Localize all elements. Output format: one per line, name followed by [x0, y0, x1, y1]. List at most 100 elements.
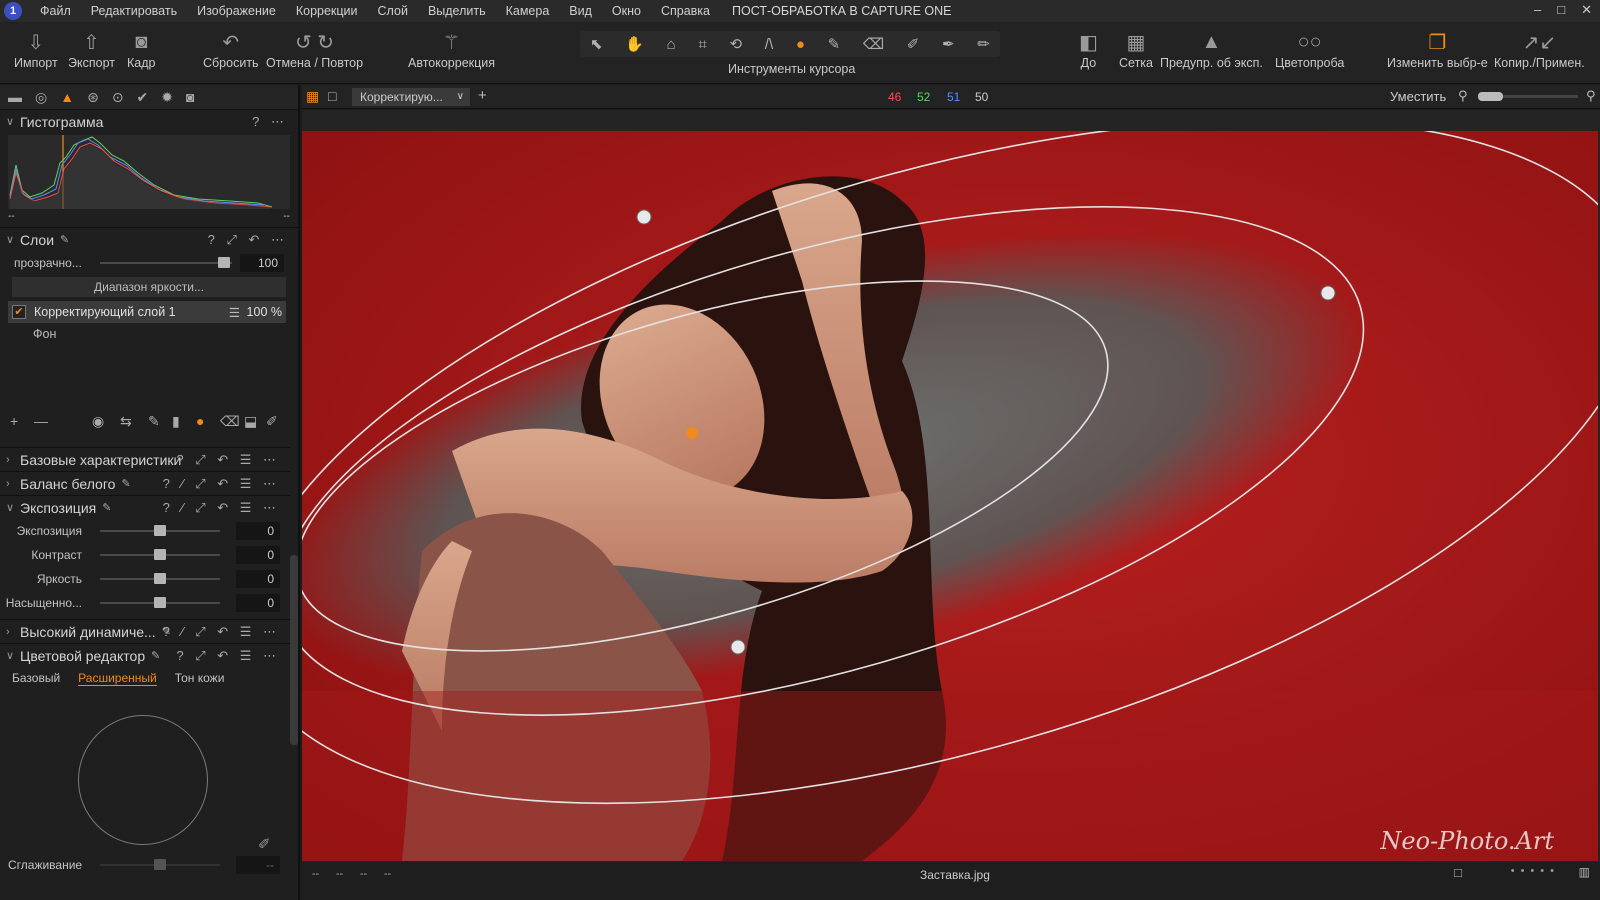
settings-tab-icon[interactable]: ✹ [161, 89, 173, 106]
add-layer-icon[interactable]: + [10, 413, 18, 429]
output-tab-icon[interactable]: ◙ [186, 89, 194, 105]
layer-settings-icon[interactable]: ☰ [229, 305, 240, 320]
app-logo-icon[interactable]: 1 [4, 2, 22, 20]
mask-center-handle[interactable] [686, 427, 698, 439]
section-tools[interactable]: ? ⁄ ⤢ ↶ ☰ ⋯ [163, 624, 280, 640]
slider-thumb[interactable] [154, 573, 166, 584]
color-editor-header[interactable]: ∨ Цветовой редактор ✎ ? ⤢ ↶ ☰ ⋯ [0, 643, 290, 667]
swap-icon[interactable]: ⇆ [120, 413, 132, 430]
opacity-slider-thumb[interactable] [218, 257, 230, 268]
color-tab-icon[interactable]: ⊛ [87, 89, 99, 106]
tab-skin-tone[interactable]: Тон кожи [175, 671, 225, 685]
color-tag-icon[interactable]: ▥ [1579, 865, 1590, 879]
color-picker-icon[interactable]: ✐ [258, 835, 271, 853]
annotate-icon[interactable]: ✏ [977, 35, 990, 53]
keystone-icon[interactable]: /\ [765, 36, 773, 53]
section-tools[interactable]: ? ⤢ ↶ ⋯ [208, 232, 288, 248]
menu-help[interactable]: Справка [651, 4, 720, 18]
mask-handle-bottom[interactable] [730, 639, 746, 655]
slider-value-field[interactable]: 0 [236, 546, 280, 564]
menu-camera[interactable]: Камера [496, 4, 560, 18]
menu-adjustments[interactable]: Коррекции [286, 4, 368, 18]
smoothing-track[interactable] [100, 859, 220, 870]
radial-mask-icon[interactable]: ● [796, 36, 805, 53]
fit-button[interactable]: Уместить [1390, 89, 1446, 104]
menu-view[interactable]: Вид [559, 4, 602, 18]
color-wheel[interactable] [78, 715, 208, 845]
panel-scrollbar[interactable] [290, 555, 298, 745]
copy-apply-button[interactable]: ↗↙ Копир./Примен. [1494, 28, 1585, 71]
opacity-track[interactable] [100, 257, 232, 268]
slider-value-field[interactable]: 0 [236, 570, 280, 588]
mask-handle-top[interactable] [636, 209, 652, 225]
menu-layer[interactable]: Слой [368, 4, 418, 18]
pan-hand-icon[interactable]: ✋ [625, 35, 644, 53]
slider-track[interactable] [100, 573, 220, 584]
opacity-value-field[interactable]: 100 [240, 254, 284, 272]
autocorrect-button[interactable]: ⚚ Автокоррекция [408, 28, 495, 71]
menu-edit[interactable]: Редактировать [81, 4, 187, 18]
layers-tab-icon[interactable]: ▲ [60, 89, 74, 105]
linear-gradient-icon[interactable]: ▮ [172, 413, 180, 430]
edit-selection-button[interactable]: ❐ Изменить выбр-е [1387, 28, 1488, 71]
zoom-slider[interactable] [1478, 92, 1578, 101]
heal-icon[interactable]: ✐ [907, 35, 920, 53]
section-tools[interactable]: ? ⋯ [252, 114, 288, 130]
fill-mask-icon[interactable]: ⬓ [244, 413, 257, 430]
slider-value-field[interactable]: 0 [236, 594, 280, 612]
single-view-icon[interactable]: □ [328, 88, 336, 104]
basic-characteristics-header[interactable]: › Базовые характеристики ? ⤢ ↶ ☰ ⋯ [0, 447, 290, 471]
show-mask-icon[interactable]: ◉ [92, 413, 104, 430]
smoothing-value-field[interactable]: -- [236, 856, 280, 874]
section-tools[interactable]: ? ⤢ ↶ ☰ ⋯ [176, 452, 280, 468]
menu-select[interactable]: Выделить [418, 4, 496, 18]
refine-mask-icon[interactable]: ✐ [266, 413, 278, 430]
close-button[interactable]: ✕ [1581, 2, 1592, 18]
before-button[interactable]: ◧ До [1079, 28, 1098, 71]
reset-button[interactable]: ↶ Сбросить [203, 28, 259, 71]
crop-icon[interactable]: ⌗ [698, 36, 706, 53]
zoom-slider-thumb[interactable] [1478, 92, 1503, 101]
frame-icon[interactable]: □ [1454, 865, 1462, 880]
radial-gradient-icon[interactable]: ● [196, 413, 204, 429]
section-tools[interactable]: ? ⁄ ⤢ ↶ ☰ ⋯ [163, 500, 280, 516]
metadata-tab-icon[interactable]: ✔ [137, 89, 149, 106]
slider-thumb[interactable] [154, 597, 166, 608]
grid-view-icon[interactable]: ▦ [306, 88, 319, 105]
tab-advanced[interactable]: Расширенный [78, 671, 157, 686]
import-button[interactable]: ⇩ Импорт [14, 28, 58, 71]
slider-thumb[interactable] [154, 549, 166, 560]
menu-window[interactable]: Окно [602, 4, 651, 18]
photo-canvas[interactable]: Neo-Photo.Art [302, 131, 1598, 861]
details-tab-icon[interactable]: ⊙ [112, 89, 124, 106]
luma-range-button[interactable]: Диапазон яркости... [12, 277, 286, 297]
smoothing-slider-thumb[interactable] [154, 859, 166, 870]
slider-track[interactable] [100, 525, 220, 536]
layers-section-header[interactable]: ∨ Слои ✎ ? ⤢ ↶ ⋯ [0, 227, 298, 251]
eraser-icon[interactable]: ⌫ [863, 35, 884, 53]
hdr-header[interactable]: › Высокий динамиче... ✎ ? ⁄ ⤢ ↶ ☰ ⋯ [0, 619, 290, 643]
grid-button[interactable]: ▦ Сетка [1119, 28, 1153, 71]
exposure-warning-button[interactable]: ▲ Предупр. об эксп. [1160, 28, 1263, 71]
layer-item-background[interactable]: Фон [33, 327, 298, 341]
layer-visibility-checkbox[interactable]: ✔ [12, 305, 26, 319]
draw-mask-icon[interactable]: ✎ [148, 413, 160, 430]
histogram-section-header[interactable]: ∨ Гистограмма ? ⋯ [0, 109, 298, 133]
slider-track[interactable] [100, 597, 220, 608]
undo-redo-button[interactable]: ↺ ↻ Отмена / Повтор [266, 28, 363, 71]
white-balance-header[interactable]: › Баланс белого ✎ ? ⁄ ⤢ ↶ ☰ ⋯ [0, 471, 290, 495]
maximize-button[interactable]: □ [1557, 2, 1565, 18]
select-cursor-icon[interactable]: ⬉ [590, 35, 603, 53]
rating-dots[interactable]: ••••• [1511, 865, 1560, 877]
capture-button[interactable]: ◙ Кадр [127, 28, 155, 71]
layer-select-dropdown[interactable]: Корректирую... ∨ [352, 88, 470, 106]
minimize-button[interactable]: – [1534, 2, 1541, 18]
layer-item-adjustment-1[interactable]: ✔ Корректирующий слой 1 ☰ 100 % [8, 301, 286, 323]
section-tools[interactable]: ? ⤢ ↶ ☰ ⋯ [176, 648, 280, 664]
tab-basic[interactable]: Базовый [12, 671, 60, 685]
export-button[interactable]: ⇧ Экспорт [68, 28, 115, 71]
library-tab-icon[interactable]: ▬ [8, 89, 22, 105]
section-tools[interactable]: ? ⁄ ⤢ ↶ ☰ ⋯ [163, 476, 280, 492]
gradient-icon[interactable]: ✒ [942, 35, 955, 53]
exposure-header[interactable]: ∨ Экспозиция ✎ ? ⁄ ⤢ ↶ ☰ ⋯ [0, 495, 290, 519]
